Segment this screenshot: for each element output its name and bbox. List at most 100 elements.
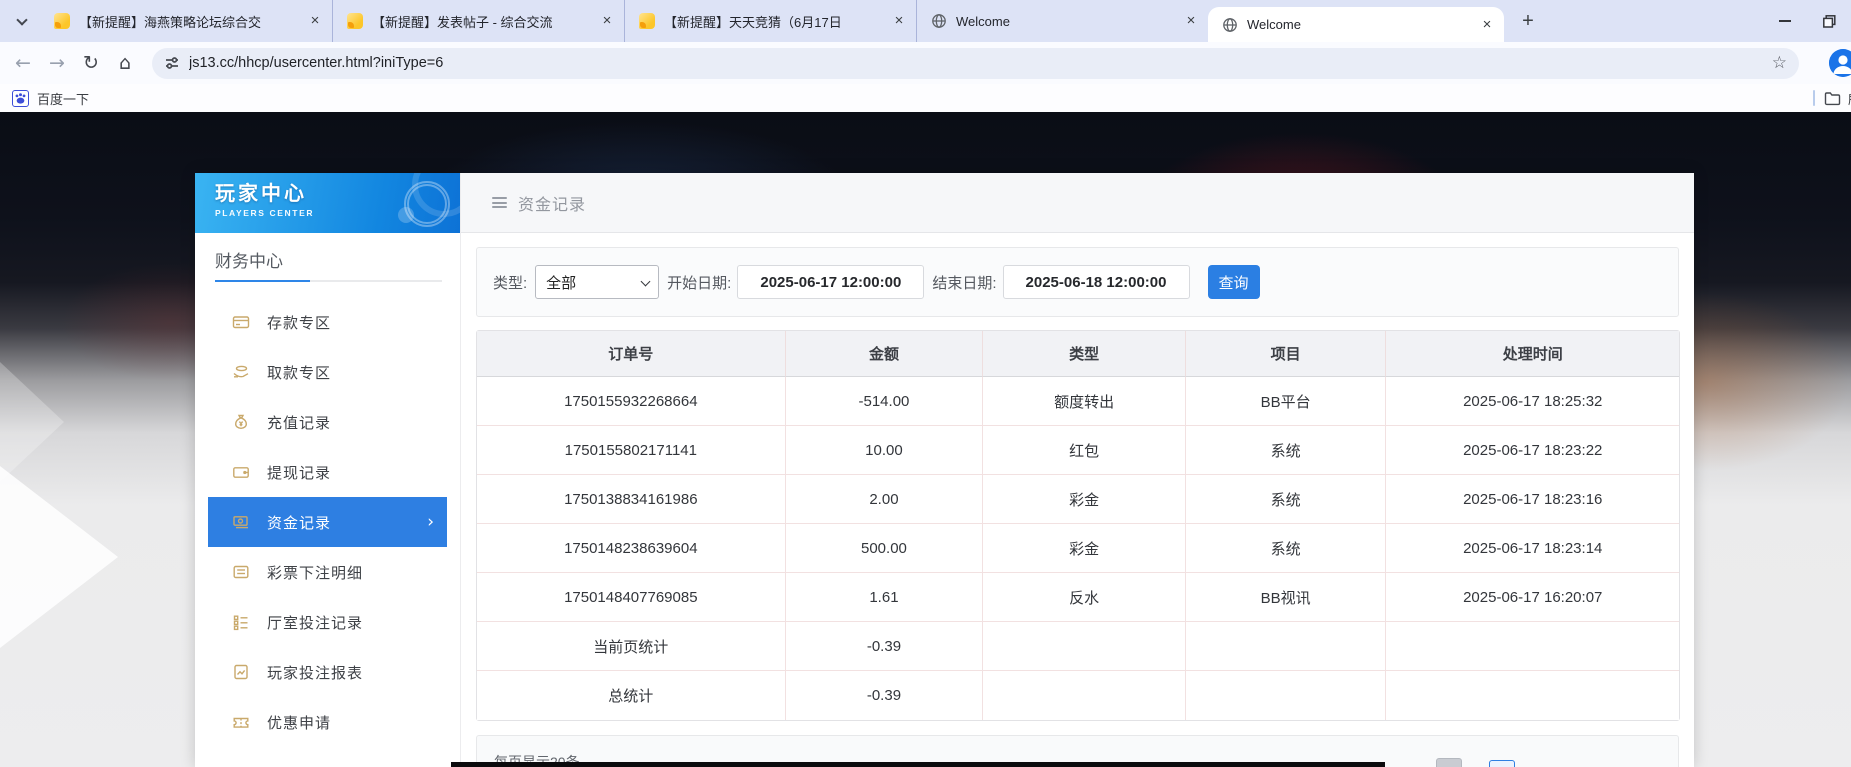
finance-center-heading: 财务中心: [215, 245, 442, 279]
table-cell: 系统: [1186, 475, 1387, 524]
forward-button[interactable]: →: [40, 46, 74, 80]
table-cell: 500.00: [786, 524, 984, 573]
type-select[interactable]: 全部: [535, 265, 659, 299]
home-button[interactable]: ⌂: [108, 46, 142, 80]
table-cell: -0.39: [786, 622, 984, 671]
table-cell: [1386, 622, 1679, 671]
table-cell: 2.00: [786, 475, 984, 524]
tab-close-icon[interactable]: ×: [890, 12, 908, 30]
list-doc-icon: [232, 563, 250, 581]
globe-favicon-icon: [1222, 17, 1238, 33]
table-cell: 红包: [983, 426, 1186, 475]
sidebar-item-label: 优惠申请: [267, 712, 331, 733]
pagination-button-page[interactable]: [1489, 760, 1515, 767]
type-label: 类型:: [493, 272, 527, 293]
sidebar-item-deposit[interactable]: 存款专区: [208, 297, 447, 347]
search-button[interactable]: 查询: [1208, 265, 1260, 299]
table-row: 17501388341619862.00彩金系统2025-06-17 18:23…: [477, 475, 1679, 524]
sidebar-item-lottery-bets[interactable]: 彩票下注明细: [208, 547, 447, 597]
table-cell: 2025-06-17 18:25:32: [1386, 377, 1679, 426]
sidebar-item-withdraw-record[interactable]: 提现记录: [208, 447, 447, 497]
pagination-button-prev[interactable]: [1436, 758, 1462, 767]
table-cell: BB平台: [1186, 377, 1387, 426]
browser-tab-3[interactable]: 【新提醒】天天竞猜（6月17日 ×: [624, 0, 916, 42]
start-date-input[interactable]: 2025-06-17 12:00:00: [737, 265, 924, 299]
new-tab-button[interactable]: +: [1514, 7, 1542, 35]
table-cell: [983, 622, 1186, 671]
content-panel: 资金记录 类型: 全部 开始日期: 2025-06-17 12:00:00 结束…: [460, 173, 1694, 767]
coupon-icon: [232, 713, 250, 731]
page-background: 玩家中心 PLAYERS CENTER 财务中心 存款专区 取款专区 充值记: [0, 112, 1851, 767]
usercenter-panel: 玩家中心 PLAYERS CENTER 财务中心 存款专区 取款专区 充值记: [195, 173, 1694, 767]
sidebar-item-player-report[interactable]: 玩家投注报表: [208, 647, 447, 697]
minimize-button[interactable]: [1763, 0, 1807, 42]
forum-favicon-icon: [347, 13, 363, 29]
column-header: 处理时间: [1386, 331, 1679, 377]
tab-title: Welcome: [956, 14, 1176, 29]
folder-icon: [1824, 91, 1841, 106]
profile-avatar[interactable]: [1829, 49, 1851, 77]
restore-icon: [1823, 15, 1836, 28]
browser-tab-5[interactable]: Welcome ×: [1208, 7, 1504, 42]
tab-search-button[interactable]: [10, 8, 36, 34]
tab-close-icon[interactable]: ×: [306, 12, 324, 30]
tab-close-icon[interactable]: ×: [1478, 16, 1496, 34]
sidebar-banner: 玩家中心 PLAYERS CENTER: [195, 173, 460, 233]
end-date-input[interactable]: 2025-06-18 12:00:00: [1003, 265, 1190, 299]
bookmarks-overflow-area: 所: [1813, 84, 1851, 112]
reload-button[interactable]: ↻: [74, 46, 108, 80]
table-cell: 10.00: [786, 426, 984, 475]
url-bar[interactable]: js13.cc/hhcp/usercenter.html?iniType=6 ☆: [152, 48, 1799, 79]
deposit-card-icon: [232, 313, 250, 331]
table-cell: 2025-06-17 18:23:22: [1386, 426, 1679, 475]
table-cell: 额度转出: [983, 377, 1186, 426]
cash-icon: [232, 513, 250, 531]
table-cell: [1186, 622, 1387, 671]
filter-bar: 类型: 全部 开始日期: 2025-06-17 12:00:00 结束日期: 2…: [476, 247, 1679, 317]
wallet-icon: [232, 463, 250, 481]
browser-window: 【新提醒】海燕策略论坛综合交 × 【新提醒】发表帖子 - 综合交流 × 【新提醒…: [0, 0, 1851, 767]
table-cell: 彩金: [983, 475, 1186, 524]
table-cell: [1386, 671, 1679, 720]
bookmark-baidu[interactable]: 百度一下: [12, 89, 89, 108]
table-row: 1750155932268664-514.00额度转出BB平台2025-06-1…: [477, 377, 1679, 426]
table-body: 1750155932268664-514.00额度转出BB平台2025-06-1…: [477, 377, 1679, 720]
withdraw-hand-icon: [232, 363, 250, 381]
records-table: 订单号金额类型项目处理时间 1750155932268664-514.00额度转…: [476, 330, 1680, 721]
forum-favicon-icon: [639, 13, 655, 29]
table-cell: 2025-06-17 18:23:14: [1386, 524, 1679, 573]
table-row: 1750148238639604500.00彩金系统2025-06-17 18:…: [477, 524, 1679, 573]
browser-tab-2[interactable]: 【新提醒】发表帖子 - 综合交流 ×: [332, 0, 624, 42]
tab-close-icon[interactable]: ×: [1182, 12, 1200, 30]
site-settings-icon[interactable]: [164, 55, 180, 71]
sidebar-item-withdraw[interactable]: 取款专区: [208, 347, 447, 397]
table-row: 总统计-0.39: [477, 671, 1679, 720]
table-row: 17501484077690851.61反水BB视讯2025-06-17 16:…: [477, 573, 1679, 622]
sidebar-menu: 存款专区 取款专区 充值记录 提现记录 资金记录 › 彩票下注明细 厅室投注记录…: [195, 297, 460, 747]
table-cell: 2025-06-17 16:20:07: [1386, 573, 1679, 622]
table-cell: 彩金: [983, 524, 1186, 573]
column-header: 订单号: [477, 331, 786, 377]
section-underline: [215, 280, 442, 282]
all-bookmarks-button[interactable]: 所: [1824, 89, 1851, 108]
back-button[interactable]: ←: [6, 46, 40, 80]
sidebar-item-hall-bets[interactable]: 厅室投注记录: [208, 597, 447, 647]
bookmark-label: 百度一下: [37, 89, 89, 108]
tab-close-icon[interactable]: ×: [598, 12, 616, 30]
sidebar: 玩家中心 PLAYERS CENTER 财务中心 存款专区 取款专区 充值记: [195, 173, 460, 767]
sidebar-item-promo-apply[interactable]: 优惠申请: [208, 697, 447, 747]
bookmark-star-icon[interactable]: ☆: [1772, 53, 1787, 73]
table-cell: -0.39: [786, 671, 984, 720]
poker-chip-decoration-small: [398, 207, 414, 223]
restore-button[interactable]: [1807, 0, 1851, 42]
browser-tab-1[interactable]: 【新提醒】海燕策略论坛综合交 ×: [40, 0, 332, 42]
table-cell: -514.00: [786, 377, 984, 426]
table-cell: 反水: [983, 573, 1186, 622]
sidebar-item-funds-record[interactable]: 资金记录 ›: [208, 497, 447, 547]
column-header: 类型: [983, 331, 1186, 377]
table-cell: BB视讯: [1186, 573, 1387, 622]
sidebar-item-label: 资金记录: [267, 512, 331, 533]
tab-title: 【新提醒】发表帖子 - 综合交流: [372, 12, 592, 31]
sidebar-item-recharge-record[interactable]: 充值记录: [208, 397, 447, 447]
browser-tab-4[interactable]: Welcome ×: [916, 0, 1208, 42]
